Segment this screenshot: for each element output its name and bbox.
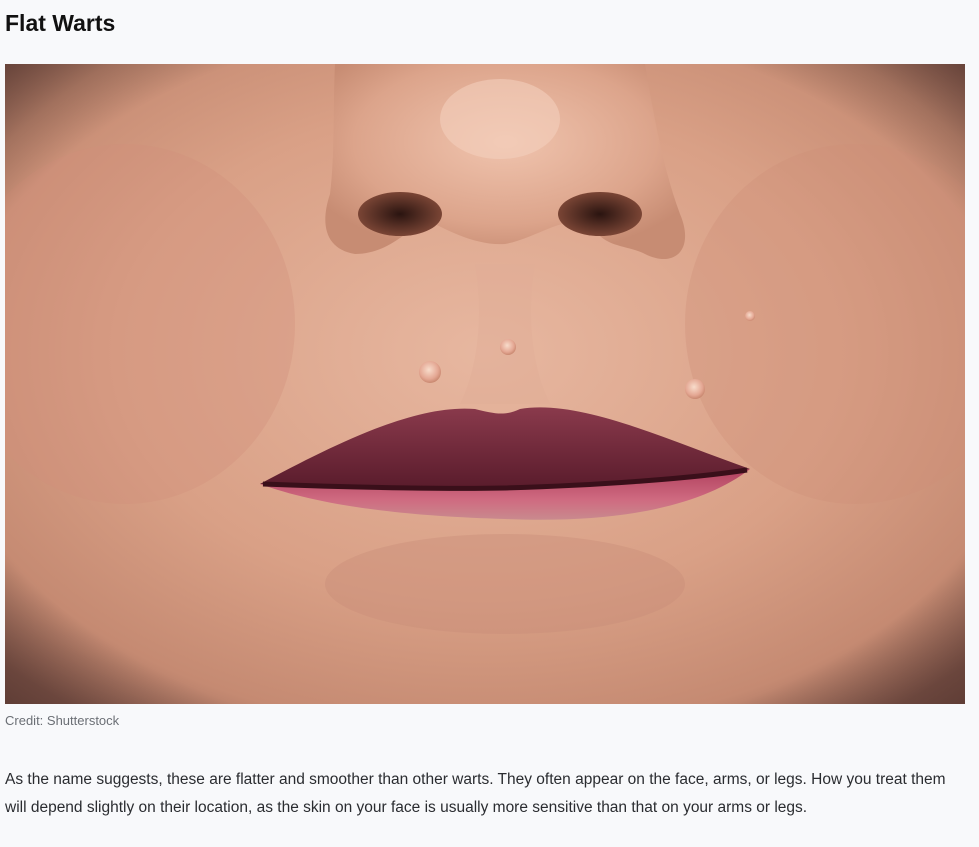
face-closeup-illustration: [5, 64, 965, 704]
section-heading: Flat Warts: [5, 10, 116, 36]
article-paragraph: As the name suggests, these are flatter …: [5, 771, 946, 816]
image-credit: Credit: Shutterstock: [5, 713, 120, 728]
article-photo: [5, 64, 965, 704]
